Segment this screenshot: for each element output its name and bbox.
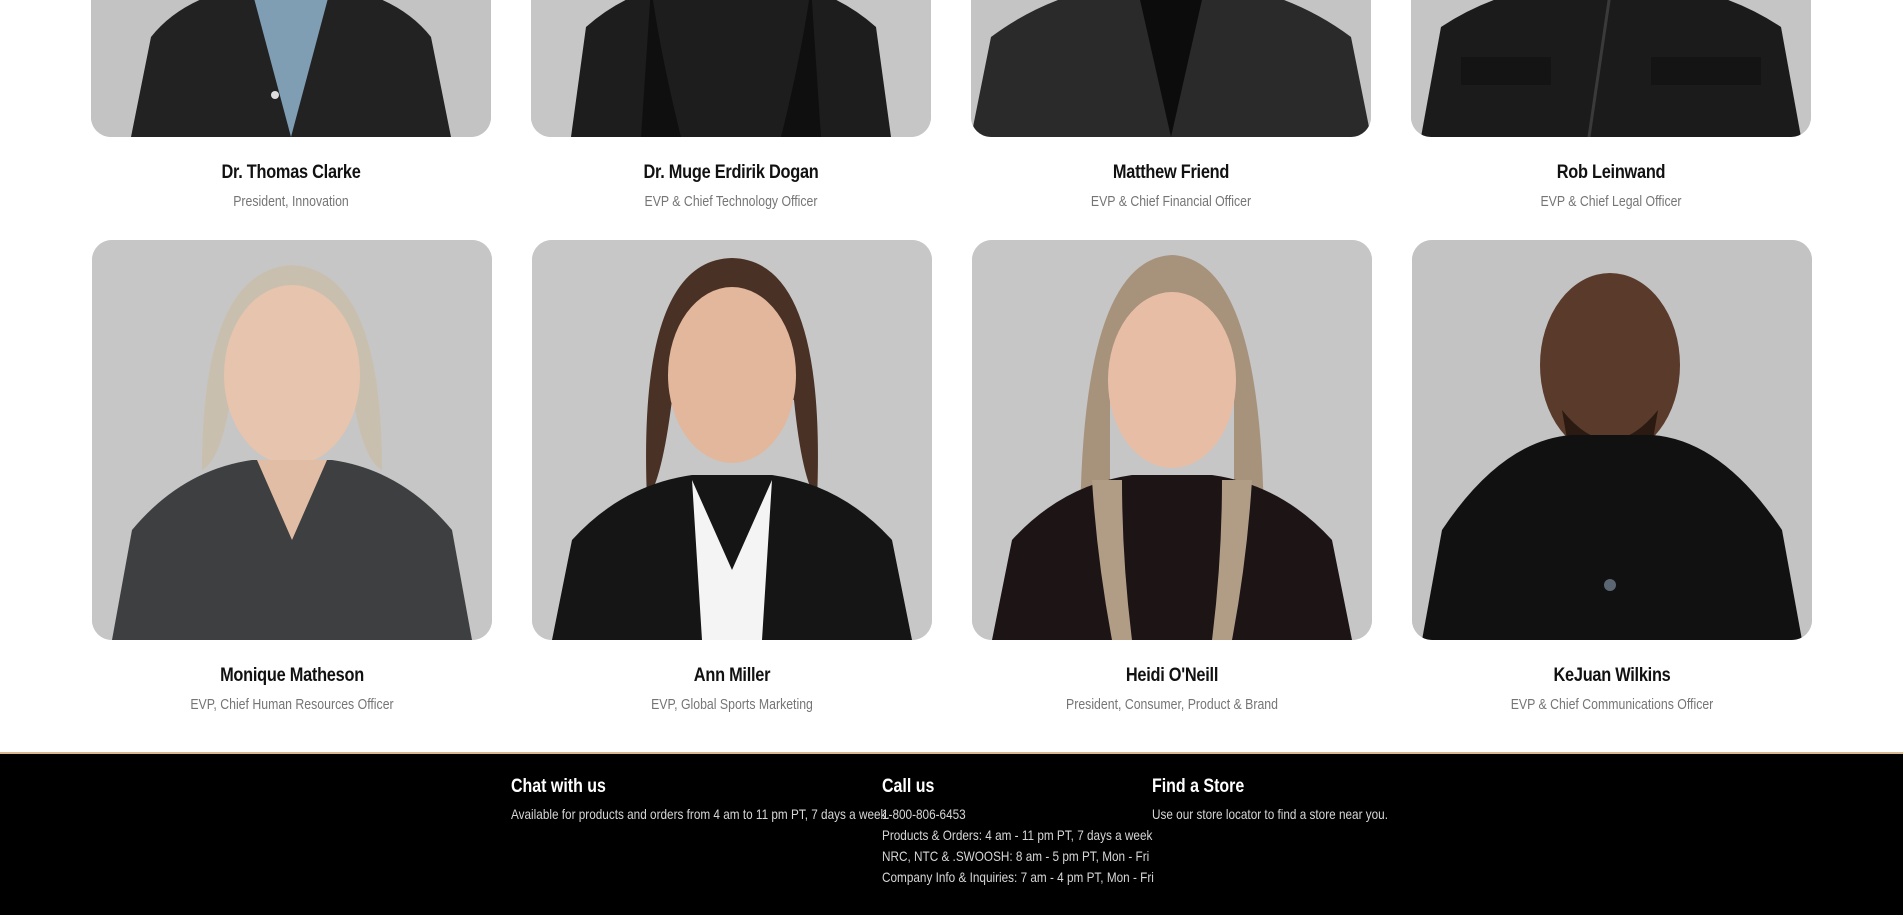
portrait-photo bbox=[531, 0, 931, 137]
portrait-photo bbox=[1411, 0, 1811, 137]
chat-text: Available for products and orders from 4… bbox=[511, 806, 890, 822]
portrait-photo bbox=[532, 240, 932, 640]
person-title: EVP & Chief Communications Officer bbox=[1510, 696, 1714, 713]
chat-heading[interactable]: Chat with us bbox=[511, 776, 890, 798]
person-name: Dr. Muge Erdirik Dogan bbox=[643, 162, 819, 183]
person-name: Dr. Thomas Clarke bbox=[221, 162, 361, 183]
portrait-photo bbox=[972, 240, 1372, 640]
call-hours-line: Company Info & Inquiries: 7 am - 4 pm PT… bbox=[882, 869, 1154, 885]
person-title: EVP & Chief Technology Officer bbox=[644, 193, 818, 210]
person-name: Ann Miller bbox=[693, 665, 771, 686]
portrait-photo bbox=[971, 0, 1371, 137]
portrait-photo bbox=[92, 240, 492, 640]
person-title: EVP & Chief Legal Officer bbox=[1540, 193, 1682, 210]
person-title: EVP & Chief Financial Officer bbox=[1090, 193, 1252, 210]
person-title: EVP, Chief Human Resources Officer bbox=[190, 696, 394, 713]
person-title: EVP, Global Sports Marketing bbox=[651, 696, 813, 713]
call-heading[interactable]: Call us bbox=[882, 776, 1154, 798]
footer-store[interactable]: Find a Store Use our store locator to fi… bbox=[1152, 776, 1433, 825]
person-title: President, Consumer, Product & Brand bbox=[1066, 696, 1278, 713]
store-text: Use our store locator to find a store ne… bbox=[1152, 806, 1388, 822]
portrait-photo bbox=[1412, 240, 1812, 640]
call-hours-line: Products & Orders: 4 am - 11 pm PT, 7 da… bbox=[882, 827, 1153, 843]
person-name: KeJuan Wilkins bbox=[1553, 665, 1671, 686]
person-name: Matthew Friend bbox=[1112, 162, 1230, 183]
person-name: Rob Leinwand bbox=[1556, 162, 1666, 183]
store-heading[interactable]: Find a Store bbox=[1152, 776, 1388, 798]
person-name: Heidi O'Neill bbox=[1125, 665, 1219, 686]
call-hours-line: NRC, NTC & .SWOOSH: 8 am - 5 pm PT, Mon … bbox=[882, 848, 1150, 864]
person-title: President, Innovation bbox=[233, 193, 349, 210]
portrait-photo bbox=[91, 0, 491, 137]
call-phone[interactable]: 1-800-806-6453 bbox=[882, 804, 1154, 825]
site-footer: Chat with us Available for products and … bbox=[0, 752, 1903, 915]
leadership-grid: Dr. Thomas Clarke President, Innovation … bbox=[0, 0, 1903, 752]
person-name: Monique Matheson bbox=[220, 665, 364, 686]
